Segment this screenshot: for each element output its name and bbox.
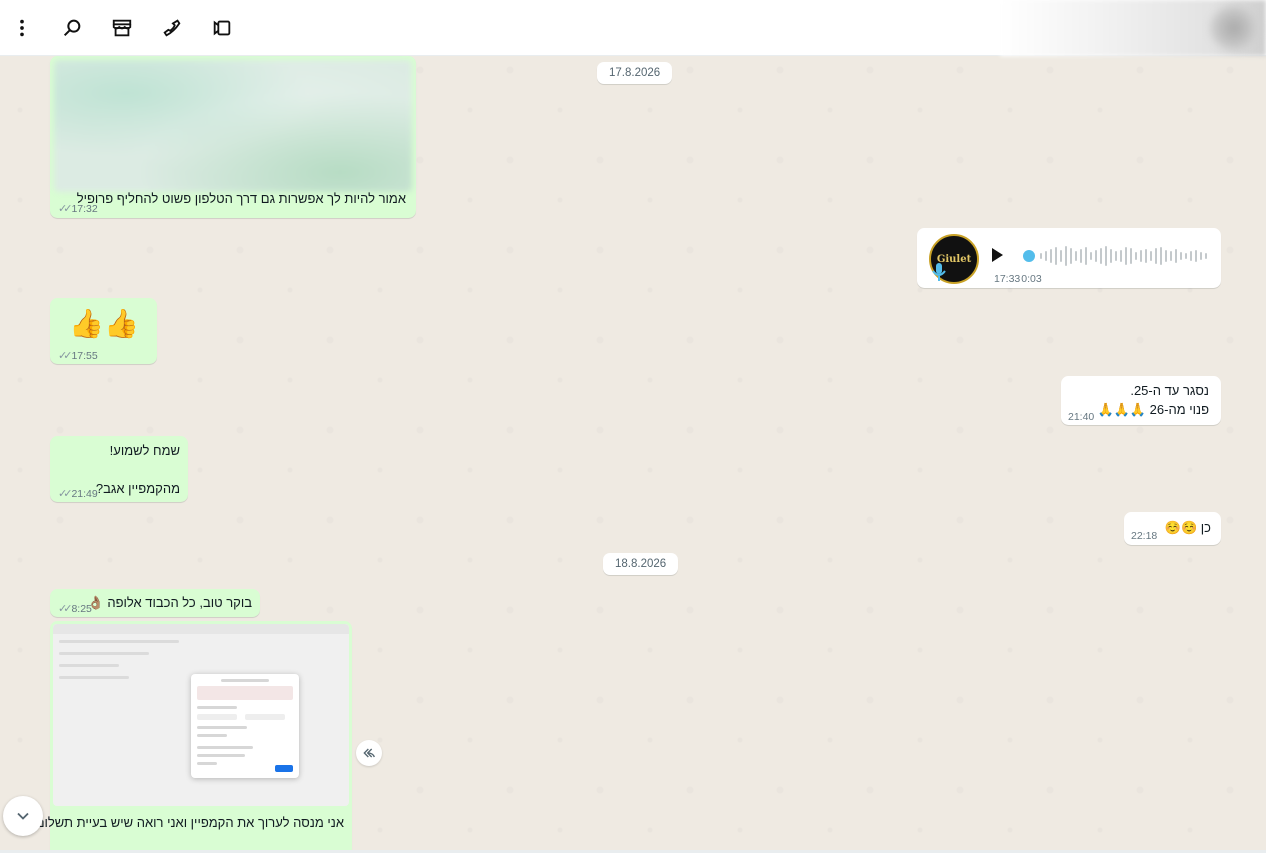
message-time: 22:18 [1131,530,1158,542]
waveform-bar [1135,252,1137,260]
scroll-to-bottom-button[interactable] [3,796,43,836]
reply-all-icon [363,748,375,758]
waveform-bar [1070,248,1072,264]
waveform-bar [1165,250,1167,262]
waveform-bar [1160,247,1162,265]
audio-waveform[interactable] [1023,244,1207,268]
waveform-bar [1045,251,1047,261]
message-text: כן ☺️☺️ [1164,520,1211,535]
contact-avatar[interactable] [1210,6,1258,50]
message-time: 17:55 [71,350,98,362]
message-meta: ✓✓ 8:25 [58,600,92,619]
message-text-line: נסגר עד ה-25. [1130,383,1209,398]
message-time: 21:40 [1068,411,1095,423]
waveform-bar [1195,250,1197,262]
waveform-bar [1190,251,1192,261]
waveform-bar [1130,248,1132,264]
incoming-image-message[interactable]: אמור להיות לך אפשרות גם דרך הטלפון פשוט … [50,56,416,218]
waveform-bar [1125,247,1127,265]
waveform-bar [1105,246,1107,266]
message-time: 8:25 [71,603,92,615]
play-icon[interactable] [989,246,1005,264]
waveform-bar [1205,253,1207,259]
store-icon[interactable] [108,14,136,42]
blurred-image[interactable] [54,60,412,192]
message-meta: 21:40 [1068,408,1094,427]
double-check-icon: ✓✓ [58,603,73,615]
date-separator: 17.8.2026 [597,62,673,84]
waveform-bar [1150,251,1152,261]
menu-icon[interactable] [8,14,36,42]
outgoing-text-message[interactable]: נסגר עד ה-25. פנוי מה-26 🙏🙏🙏 21:40 [1061,376,1221,425]
waveform-bar [1110,249,1112,263]
outgoing-text-message[interactable]: כן ☺️☺️ 22:18 [1124,512,1221,545]
microphone-icon [932,263,946,281]
chevron-down-icon [17,812,29,820]
message-text-line: פנוי מה-26 🙏🙏🙏 [1097,402,1210,417]
waveform-bar [1095,250,1097,262]
waveform-bar [1200,252,1202,260]
message-meta: ✓✓ 17:32 [58,200,98,219]
message-meta: ✓✓ 21:49 [58,485,98,504]
incoming-image-message[interactable]: אני מנסה לערוך את הקמפיין ואני רואה שיש … [36,621,352,853]
incoming-emoji-message[interactable]: 👍👍 ✓✓ 17:55 [50,298,157,364]
waveform-bar [1065,246,1067,266]
waveform-bar [1075,251,1077,261]
audio-duration: 0:03 [1021,273,1042,285]
waveform-bar [1115,251,1117,261]
waveform-bar [1090,252,1092,260]
double-check-icon: ✓✓ [58,350,73,362]
phone-icon[interactable] [158,14,186,42]
forward-button[interactable] [356,740,382,766]
chat-header [0,0,1266,56]
double-check-icon: ✓✓ [58,203,73,215]
message-text: אני מנסה לערוך את הקמפיין ואני רואה שיש … [35,815,344,830]
outgoing-voice-message[interactable]: Giulet 17:33 0:03 [917,228,1221,288]
message-text: 👍👍 [69,308,139,339]
message-meta: 17:33 0:03 [994,270,1042,289]
message-text: אמור להיות לך אפשרות גם דרך הטלפון פשוט … [76,191,406,206]
waveform-bar [1155,248,1157,264]
search-icon[interactable] [58,14,86,42]
audio-progress-knob[interactable] [1023,250,1035,262]
waveform-bar [1170,251,1172,261]
message-time: 21:49 [71,488,98,500]
waveform-bar [1175,249,1177,263]
waveform-bar [1120,250,1122,262]
waveform-bar [1145,249,1147,263]
message-time: 17:32 [71,203,98,215]
message-text: בוקר טוב, כל הכבוד אלופה 👌🏽 [87,595,252,610]
waveform-bar [1080,249,1082,263]
waveform-bar [1100,248,1102,264]
message-meta: ✓✓ 17:55 [58,347,98,366]
waveform-bar [1185,253,1187,259]
waveform-bar [1050,249,1052,263]
waveform-bar [1140,250,1142,262]
message-text-line: שמח לשמוע! [109,443,180,458]
waveform-bar [1055,247,1057,265]
waveform-bar [1180,252,1182,260]
waveform-bar [1060,250,1062,262]
screenshot-image[interactable] [53,624,349,806]
date-separator: 18.8.2026 [603,553,679,575]
waveform-bar [1085,247,1087,265]
message-meta: 22:18 [1131,527,1157,546]
message-time: 17:33 [994,273,1021,285]
screenshot-dialog [191,674,299,778]
incoming-text-message[interactable]: בוקר טוב, כל הכבוד אלופה 👌🏽 ✓✓ 8:25 [50,589,260,617]
double-check-icon: ✓✓ [58,488,73,500]
waveform-bar [1040,253,1042,259]
video-icon[interactable] [208,14,236,42]
incoming-text-message[interactable]: שמח לשמוע! מהקמפיין אגב? ✓✓ 21:49 [50,436,188,502]
message-text-line: מהקמפיין אגב? [95,481,180,496]
